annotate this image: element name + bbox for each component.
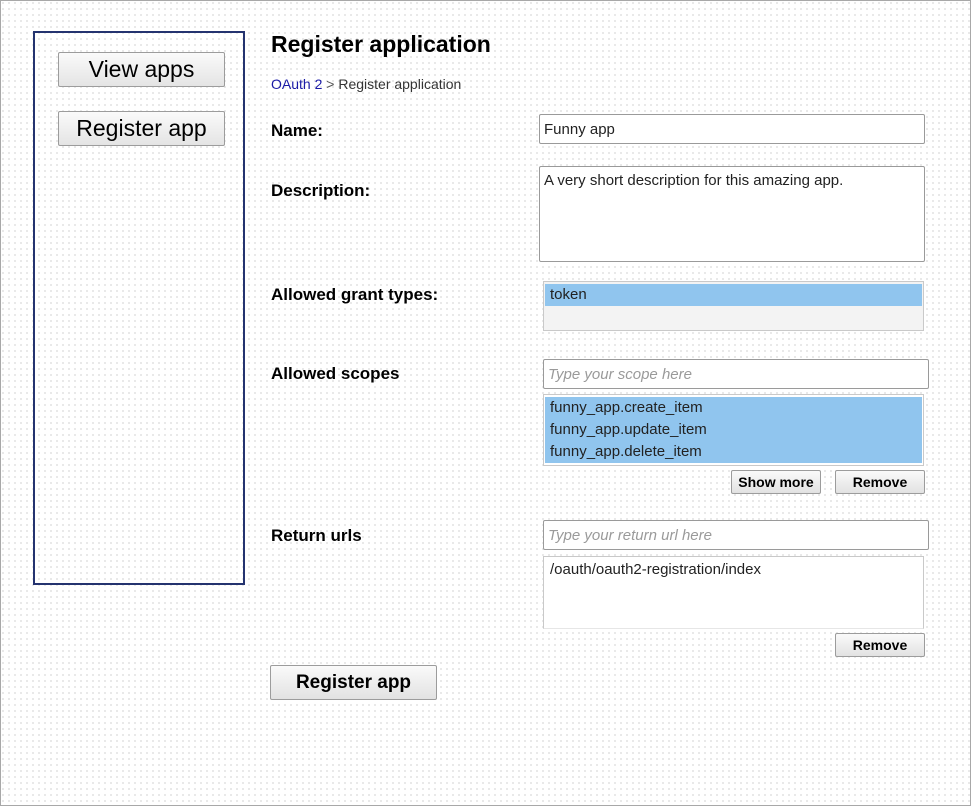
view-apps-button[interactable]: View apps <box>58 52 225 87</box>
grant-types-listbox[interactable]: token <box>543 281 924 331</box>
scope-option[interactable]: funny_app.update_item <box>545 419 922 441</box>
description-label: Description: <box>271 181 371 200</box>
sidebar: View apps Register app <box>33 31 245 585</box>
scope-input[interactable] <box>543 359 929 389</box>
breadcrumb-separator: > <box>326 76 335 92</box>
return-urls-label: Return urls <box>271 526 362 545</box>
name-input[interactable] <box>539 114 925 144</box>
scope-option[interactable]: funny_app.delete_item <box>545 441 922 463</box>
page-title: Register application <box>271 31 491 57</box>
return-url-option[interactable]: /oauth/oauth2-registration/index <box>545 559 922 581</box>
show-more-button[interactable]: Show more <box>731 470 821 494</box>
remove-scopes-button[interactable]: Remove <box>835 470 925 494</box>
scopes-label: Allowed scopes <box>271 364 400 383</box>
register-app-submit-button[interactable]: Register app <box>270 665 437 700</box>
grant-types-label: Allowed grant types: <box>271 285 439 304</box>
breadcrumb: OAuth 2 > Register application <box>271 76 461 92</box>
register-app-nav-button[interactable]: Register app <box>58 111 225 146</box>
remove-urls-button[interactable]: Remove <box>835 633 925 657</box>
scope-option[interactable]: funny_app.create_item <box>545 397 922 419</box>
name-label: Name: <box>271 121 323 140</box>
return-url-input[interactable] <box>543 520 929 550</box>
grant-type-option-token[interactable]: token <box>545 284 922 306</box>
return-urls-listbox[interactable]: /oauth/oauth2-registration/index <box>543 556 924 629</box>
scopes-listbox[interactable]: funny_app.create_item funny_app.update_i… <box>543 394 924 466</box>
breadcrumb-current: Register application <box>338 76 462 92</box>
breadcrumb-oauth2-link[interactable]: OAuth 2 <box>271 76 322 92</box>
description-textarea[interactable]: A very short description for this amazin… <box>539 166 925 262</box>
